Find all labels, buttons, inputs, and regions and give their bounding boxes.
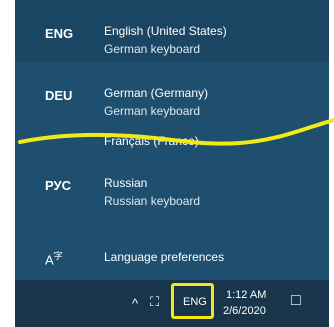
yellow-scribble-annotation (18, 118, 334, 146)
